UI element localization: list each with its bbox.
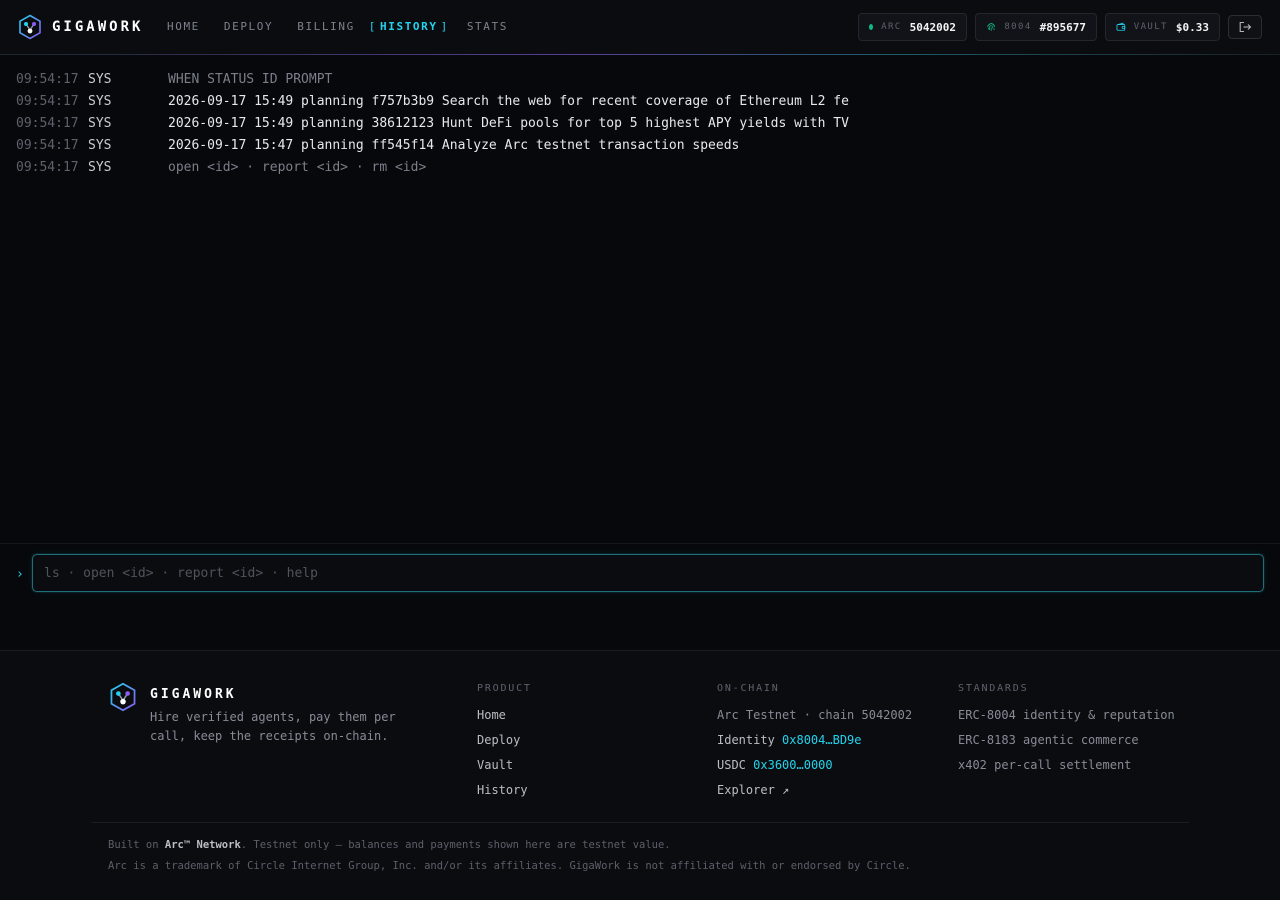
main-nav: HOME DEPLOY BILLING [ HISTORY ] STATS [167,20,532,33]
footer-tagline: Hire verified agents, pay them per call,… [150,710,396,743]
brand[interactable]: GIGAWORK [18,14,143,40]
identity-token-id: #895677 [1039,20,1086,34]
log-row: 09:54:17 SYS 2026-09-17 15:49 planning f… [16,90,1264,112]
usdc-contract-label: USDC [717,758,746,772]
command-prompt-area: › [0,543,1280,650]
log-row: 09:54:17 SYS 2026-09-17 15:47 planning f… [16,134,1264,156]
nav-active-bracket-left: [ [368,20,378,33]
gigawork-logo-icon [19,14,41,40]
nav-deploy[interactable]: DEPLOY [224,20,273,33]
site-footer: GIGAWORK Hire verified agents, pay them … [0,650,1280,900]
gigawork-logo-icon [110,682,136,712]
standard-item: ERC-8004 identity & reputation [958,708,1175,722]
footer-standards-column: STANDARDS ERC-8004 identity & reputation… [958,683,1175,783]
log-timestamp: 09:54:17 [16,115,79,131]
identity-standard-label: 8004 [1004,22,1032,32]
log-source: SYS [88,159,112,175]
footer-product-title: PRODUCT [477,683,532,694]
identity-contract-label: Identity [717,733,775,747]
standard-item: x402 per-call settlement [958,758,1132,772]
footer-onchain-title: ON-CHAIN [717,683,780,694]
command-input[interactable] [32,554,1264,592]
vault-balance-badge[interactable]: VAULT $0.33 [1105,13,1220,41]
log-message: 2026-09-17 15:49 planning f757b3b9 Searc… [168,93,849,109]
nav-history[interactable]: HISTORY [380,20,438,33]
vault-label: VAULT [1133,22,1168,32]
built-on-suffix: . Testnet only — balances and payments s… [240,839,671,851]
arc-label: ARC [881,22,902,32]
footer-explorer-link[interactable]: Explorer ↗ [717,783,912,808]
arc-chain-badge[interactable]: ARC 5042002 [858,13,967,41]
nav-stats[interactable]: STATS [467,20,508,33]
log-row: 09:54:17 SYS WHEN STATUS ID PROMPT [16,68,1264,90]
nav-home[interactable]: HOME [167,20,200,33]
standard-item: ERC-8183 agentic commerce [958,733,1139,747]
log-source: SYS [88,137,112,153]
nav-active-bracket-right: ] [440,20,449,33]
top-bar: GIGAWORK HOME DEPLOY BILLING [ HISTORY ]… [0,0,1280,55]
log-timestamp: 09:54:17 [16,71,79,87]
log-timestamp: 09:54:17 [16,93,79,109]
network-status-dot [869,24,874,30]
log-source: SYS [88,71,112,87]
identity-contract-address[interactable]: 0x8004…BD9e [782,733,861,747]
footer-link-vault[interactable]: Vault [477,758,532,783]
fingerprint-icon [987,23,996,31]
log-source: SYS [88,115,112,131]
built-on-prefix: Built on [108,839,159,851]
prompt-caret-icon: › [16,567,24,582]
footer-standards-title: STANDARDS [958,683,1029,694]
log-message: 2026-09-17 15:47 planning ff545f14 Analy… [168,137,740,153]
nav-billing[interactable]: BILLING [297,20,355,33]
vault-balance: $0.33 [1175,20,1209,34]
footer-usdc-contract: USDC 0x3600…0000 [717,758,912,783]
agent-identity-badge[interactable]: 8004 #895677 [975,13,1097,41]
history-terminal-log: 09:54:17 SYS WHEN STATUS ID PROMPT 09:54… [16,68,1264,178]
footer-product-column: PRODUCT Home Deploy Vault History [477,683,532,808]
log-message: 2026-09-17 15:49 planning 38612123 Hunt … [168,115,849,131]
log-message: open <id> · report <id> · rm <id> [168,159,427,175]
log-timestamp: 09:54:17 [16,159,79,175]
log-message: WHEN STATUS ID PROMPT [168,71,333,87]
footer-trademark-notice: Arc is a trademark of Circle Internet Gr… [108,860,911,872]
brand-name: GIGAWORK [52,19,144,35]
footer-link-history[interactable]: History [477,783,532,808]
logout-button[interactable] [1228,15,1262,39]
log-row: 09:54:17 SYS open <id> · report <id> · r… [16,156,1264,178]
footer-onchain-column: ON-CHAIN Arc Testnet · chain 5042002 Ide… [717,683,912,808]
footer-link-home[interactable]: Home [477,708,532,733]
log-row: 09:54:17 SYS 2026-09-17 15:49 planning 3… [16,112,1264,134]
built-on-network: Arc™ Network [164,839,241,851]
arc-chain-id: 5042002 [909,20,956,34]
footer-identity-contract: Identity 0x8004…BD9e [717,733,912,758]
footer-brand-name: GIGAWORK [150,687,237,702]
footer-built-on-notice: Built on Arc™ Network. Testnet only — ba… [108,839,671,851]
usdc-contract-address[interactable]: 0x3600…0000 [753,758,832,772]
footer-divider [92,822,1189,823]
header-accent-line [0,54,1280,55]
wallet-icon [1116,22,1126,31]
footer-link-deploy[interactable]: Deploy [477,733,532,758]
log-timestamp: 09:54:17 [16,137,79,153]
footer-network-info: Arc Testnet · chain 5042002 [717,708,913,722]
logout-icon [1239,21,1252,33]
log-source: SYS [88,93,112,109]
